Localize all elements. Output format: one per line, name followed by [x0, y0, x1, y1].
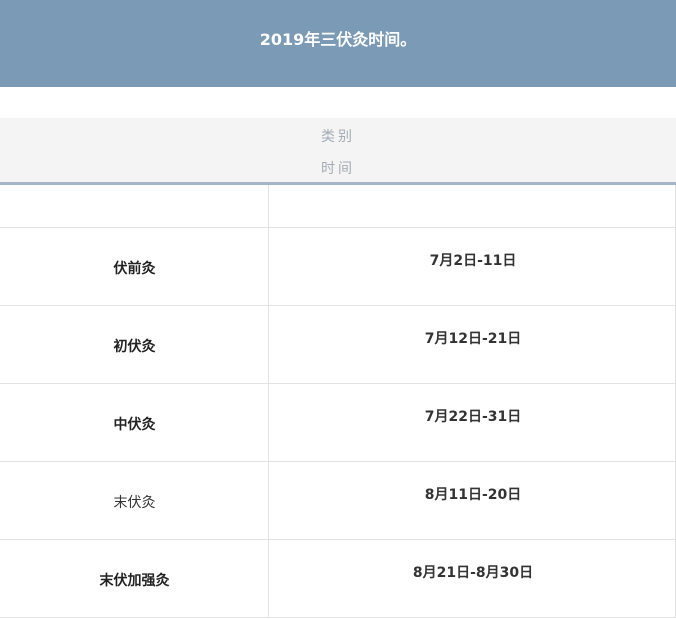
- empty-cell-left: [0, 185, 269, 227]
- category-label: 末伏灸: [113, 495, 156, 511]
- empty-cell-right: [270, 185, 676, 227]
- category-label: 初伏灸: [113, 339, 156, 355]
- table-row-empty: [0, 185, 676, 228]
- table-row: 末伏灸 8月11日-20日: [0, 462, 676, 540]
- header-time-label: 时间: [321, 161, 355, 177]
- table-row: 末伏加强灸 8月21日-8月30日: [0, 540, 676, 618]
- category-cell: 末伏灸: [0, 462, 269, 539]
- time-cell: 8月11日-20日: [270, 462, 676, 539]
- time-cell: 7月22日-31日: [270, 384, 676, 461]
- table-row: 伏前灸 7月2日-11日: [0, 228, 676, 306]
- category-cell: 伏前灸: [0, 228, 269, 305]
- category-label: 末伏加强灸: [99, 573, 170, 589]
- time-cell: 7月2日-11日: [270, 228, 676, 305]
- table-row: 初伏灸 7月12日-21日: [0, 306, 676, 384]
- time-cell: 8月21日-8月30日: [270, 540, 676, 617]
- page-banner: 2019年三伏灸时间。: [0, 0, 676, 87]
- table-row: 中伏灸 7月22日-31日: [0, 384, 676, 462]
- category-label: 中伏灸: [113, 417, 156, 433]
- category-cell: 末伏加强灸: [0, 540, 269, 617]
- time-label: 8月21日-8月30日: [412, 565, 534, 581]
- time-cell: 7月12日-21日: [270, 306, 676, 383]
- category-cell: 初伏灸: [0, 306, 269, 383]
- table-header: 类别 时间: [0, 118, 676, 185]
- time-label: 7月2日-11日: [429, 253, 517, 269]
- time-label: 8月11日-20日: [424, 487, 522, 503]
- time-label: 7月22日-31日: [424, 409, 522, 425]
- banner-title: 2019年三伏灸时间。: [259, 29, 417, 49]
- schedule-table: 伏前灸 7月2日-11日 初伏灸 7月12日-21日 中伏灸 7月22日-31日…: [0, 185, 676, 618]
- category-label: 伏前灸: [113, 261, 156, 277]
- header-category-label: 类别: [321, 129, 355, 145]
- time-label: 7月12日-21日: [424, 331, 522, 347]
- category-cell: 中伏灸: [0, 384, 269, 461]
